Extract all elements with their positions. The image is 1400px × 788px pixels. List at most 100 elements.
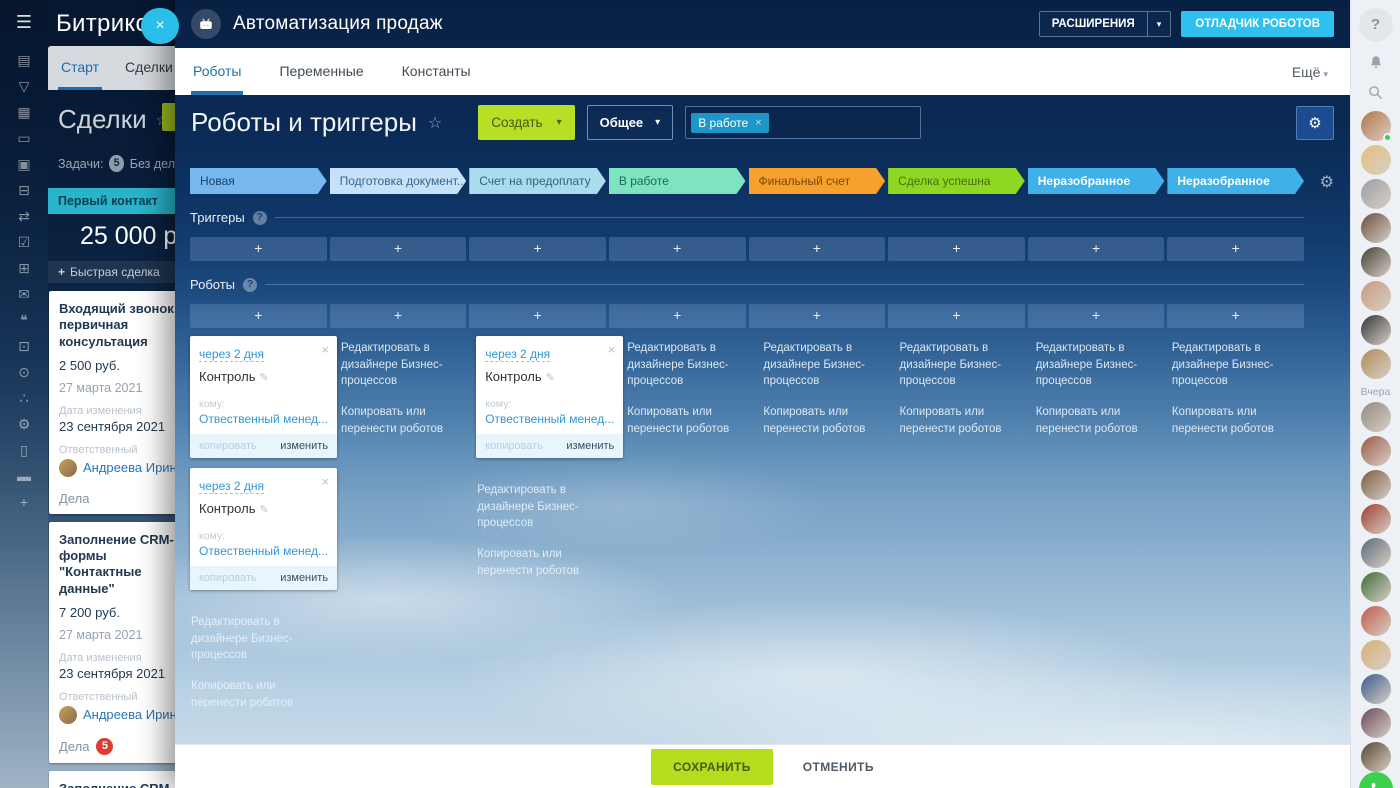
edit-in-designer-link[interactable]: Редактировать в дизайнере Бизнес-процесс… xyxy=(1172,340,1297,390)
responsible-link[interactable]: Андреева Ирина xyxy=(83,460,175,475)
contacts-icon[interactable]: ▣ xyxy=(17,151,30,177)
delete-robot-icon[interactable]: × xyxy=(321,342,329,357)
notifications-bell-icon[interactable] xyxy=(1361,54,1391,72)
feed-icon[interactable]: ▤ xyxy=(17,47,30,73)
avatar[interactable] xyxy=(1361,674,1391,704)
add-trigger-button[interactable]: + xyxy=(749,237,886,261)
inbox-icon[interactable]: ⊟ xyxy=(18,177,30,203)
edit-in-designer-link[interactable]: Редактировать в дизайнере Бизнес-процесс… xyxy=(191,614,316,664)
pipeline-stage[interactable]: Неразобранное xyxy=(1167,168,1304,194)
robot-edit-button[interactable]: изменить xyxy=(566,440,614,452)
copy-move-robots-link[interactable]: Копировать или перенести роботов xyxy=(763,404,888,437)
deals-tab[interactable]: Старт xyxy=(48,46,112,90)
avatar[interactable] xyxy=(1361,402,1391,432)
filter-chip[interactable]: В работе × xyxy=(691,113,768,133)
stage-header-first-contact[interactable]: Первый контакт xyxy=(48,188,175,214)
pipeline-stage[interactable]: Финальный счет xyxy=(749,168,886,194)
deals-tab[interactable]: Сделки xyxy=(112,46,175,90)
robot-copy-button[interactable]: копировать xyxy=(485,440,543,452)
crm-funnel-icon[interactable]: ▽ xyxy=(19,73,30,99)
edit-in-designer-link[interactable]: Редактировать в дизайнере Бизнес-процесс… xyxy=(627,340,752,390)
favorite-star-icon[interactable]: ☆ xyxy=(428,113,442,133)
deal-card[interactable]: Заполнение CRM-формы "Контактные данные"… xyxy=(49,522,175,763)
robot-assignee-link[interactable]: Отвественный менед... xyxy=(485,412,614,426)
save-button[interactable]: СОХРАНИТЬ xyxy=(651,749,773,785)
copy-move-robots-link[interactable]: Копировать или перенести роботов xyxy=(341,404,466,437)
pipeline-settings-icon[interactable]: ⚙ xyxy=(1320,172,1334,192)
robot-copy-button[interactable]: копировать xyxy=(199,572,257,584)
network-icon[interactable]: ∴ xyxy=(20,385,29,411)
pipeline-stage[interactable]: Новая xyxy=(190,168,327,194)
robot-timing-link[interactable]: через 2 дня xyxy=(485,347,550,362)
chat-icon[interactable]: ❝ xyxy=(20,307,28,333)
add-robot-button[interactable]: + xyxy=(1028,304,1165,328)
avatar[interactable] xyxy=(1361,179,1391,209)
copy-move-robots-link[interactable]: Копировать или перенести роботов xyxy=(900,404,1025,437)
activities-link[interactable]: Дела xyxy=(59,491,89,506)
delete-robot-icon[interactable]: × xyxy=(321,474,329,489)
menu-icon[interactable]: ☰ xyxy=(16,12,32,33)
robot-card[interactable]: через 2 дня × Контроль✎ кому: Отвественн… xyxy=(476,336,623,458)
more-menu[interactable]: Ещё▾ xyxy=(1292,64,1350,80)
robot-copy-button[interactable]: копировать xyxy=(199,440,257,452)
add-trigger-button[interactable]: + xyxy=(190,237,327,261)
chevron-down-icon[interactable]: ▾ xyxy=(1148,19,1171,30)
add-trigger-button[interactable]: + xyxy=(330,237,467,261)
deal-title[interactable]: Заполнение CRM-формы "Контактные данные" xyxy=(59,781,175,788)
robot-card[interactable]: через 2 дня × Контроль✎ кому: Отвественн… xyxy=(190,468,337,590)
robot-card[interactable]: через 2 дня × Контроль✎ кому: Отвественн… xyxy=(190,336,337,458)
edit-pencil-icon[interactable]: ✎ xyxy=(546,372,555,384)
add-deal-button[interactable] xyxy=(162,103,175,131)
add-trigger-button[interactable]: + xyxy=(1028,237,1165,261)
edit-in-designer-link[interactable]: Редактировать в дизайнере Бизнес-процесс… xyxy=(763,340,888,390)
copy-move-robots-link[interactable]: Копировать или перенести роботов xyxy=(627,404,752,437)
tab-3[interactable]: Константы xyxy=(402,48,471,95)
tab-2[interactable]: Переменные xyxy=(279,48,363,95)
add-robot-button[interactable]: + xyxy=(888,304,1025,328)
shop-cart-icon[interactable]: ⊞ xyxy=(18,255,30,281)
avatar[interactable] xyxy=(1361,349,1391,379)
robot-timing-link[interactable]: через 2 дня xyxy=(199,479,264,494)
pipeline-stage[interactable]: Неразобранное xyxy=(1028,168,1165,194)
pipeline-stage[interactable]: В работе xyxy=(609,168,746,194)
edit-in-designer-link[interactable]: Редактировать в дизайнере Бизнес-процесс… xyxy=(900,340,1025,390)
desktop-icon[interactable]: ▬ xyxy=(17,463,31,489)
avatar[interactable] xyxy=(1361,111,1391,141)
avatar[interactable] xyxy=(1361,315,1391,345)
add-more-icon[interactable]: + xyxy=(20,489,28,515)
add-robot-button[interactable]: + xyxy=(190,304,327,328)
sites-icon[interactable]: ▭ xyxy=(17,125,30,151)
deal-title[interactable]: Заполнение CRM-формы "Контактные данные" xyxy=(59,532,175,597)
add-trigger-button[interactable]: + xyxy=(609,237,746,261)
automation-icon[interactable]: ⇄ xyxy=(18,203,30,229)
deal-card[interactable]: Входящий звонок, первичная консультация … xyxy=(49,291,175,514)
edit-in-designer-link[interactable]: Редактировать в дизайнере Бизнес-процесс… xyxy=(341,340,466,390)
edit-in-designer-link[interactable]: Редактировать в дизайнере Бизнес-процесс… xyxy=(477,482,602,532)
avatar[interactable] xyxy=(1361,708,1391,738)
filter-search-input[interactable]: В работе × xyxy=(685,106,921,139)
pipeline-stage[interactable]: Подготовка документ... xyxy=(330,168,467,194)
search-icon[interactable] xyxy=(1361,84,1391,101)
avatar[interactable] xyxy=(1361,436,1391,466)
add-robot-button[interactable]: + xyxy=(749,304,886,328)
updates-icon[interactable]: ⊙ xyxy=(18,359,30,385)
robot-edit-button[interactable]: изменить xyxy=(280,572,328,584)
pipeline-stage[interactable]: Сделка успешна xyxy=(888,168,1025,194)
activities-link[interactable]: Дела xyxy=(59,739,89,754)
robot-assignee-link[interactable]: Отвественный менед... xyxy=(199,544,328,558)
responsible-link[interactable]: Андреева Ирина xyxy=(83,707,175,722)
tab-1[interactable]: Роботы xyxy=(193,48,241,95)
robot-debugger-button[interactable]: ОТЛАДЧИК РОБОТОВ xyxy=(1181,11,1334,37)
avatar[interactable] xyxy=(1361,742,1391,772)
phone-call-button[interactable] xyxy=(1359,772,1393,788)
avatar[interactable] xyxy=(1361,281,1391,311)
edit-pencil-icon[interactable]: ✎ xyxy=(259,504,268,516)
mail-icon[interactable]: ✉ xyxy=(18,281,30,307)
pipeline-stage[interactable]: Счет на предоплату xyxy=(469,168,606,194)
avatar[interactable] xyxy=(1361,572,1391,602)
settings-icon[interactable]: ⚙ xyxy=(18,411,31,437)
copy-move-robots-link[interactable]: Копировать или перенести роботов xyxy=(477,546,602,579)
edit-pencil-icon[interactable]: ✎ xyxy=(259,372,268,384)
copy-move-robots-link[interactable]: Копировать или перенести роботов xyxy=(191,678,316,711)
copy-move-robots-link[interactable]: Копировать или перенести роботов xyxy=(1172,404,1297,437)
